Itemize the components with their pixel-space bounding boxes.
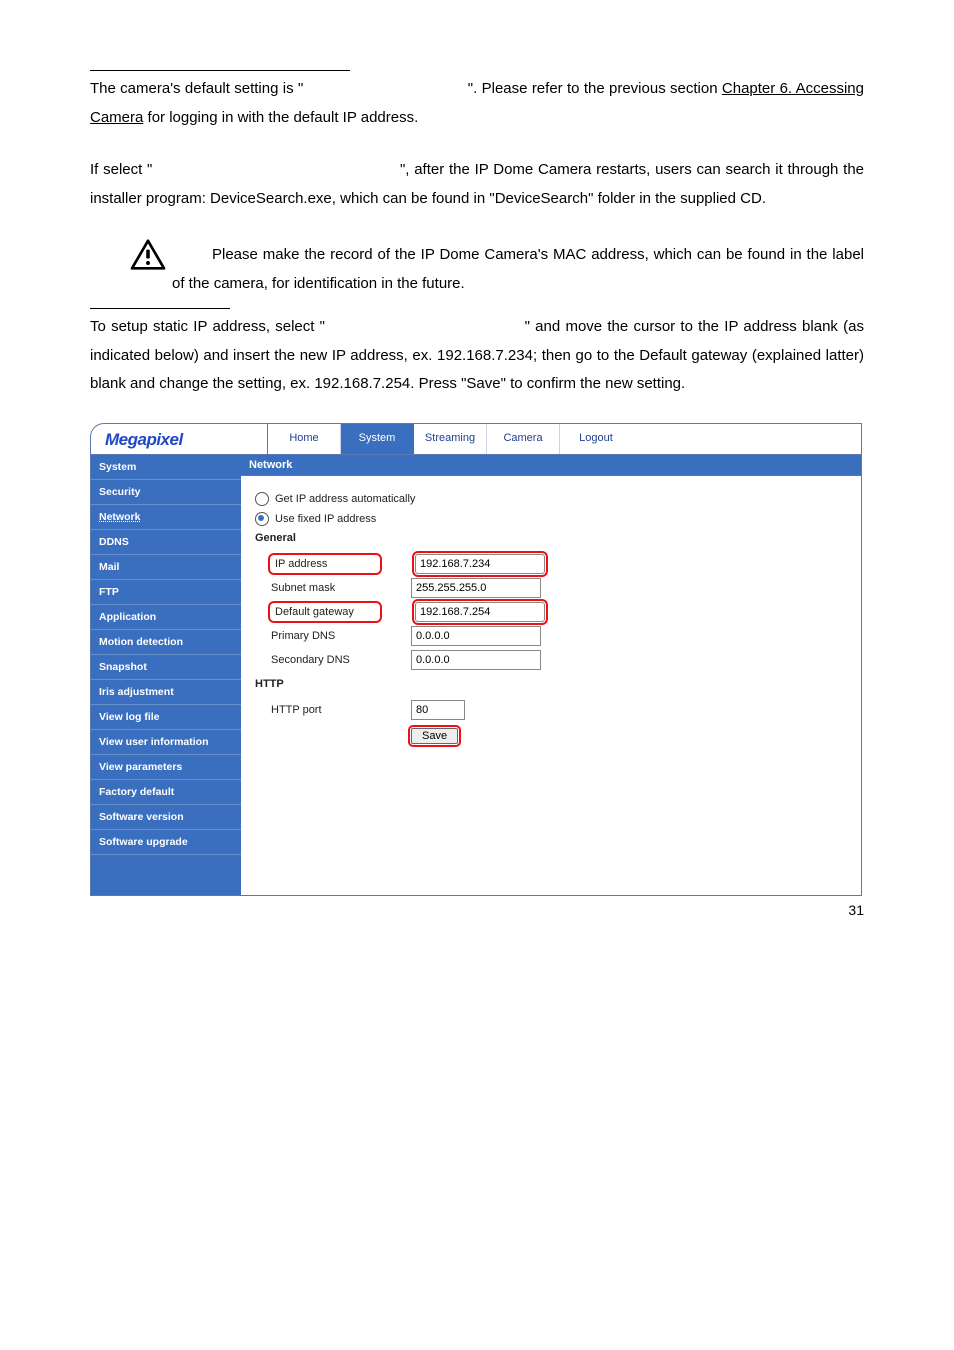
sidebar-item-logfile[interactable]: View log file xyxy=(91,705,241,730)
warning-icon xyxy=(130,239,166,271)
sidebar-item-mail[interactable]: Mail xyxy=(91,555,241,580)
http-port-input[interactable] xyxy=(411,700,465,720)
brand-text: Megapixel xyxy=(105,430,183,449)
text: The camera's default setting is " xyxy=(90,80,303,97)
sidebar-item-network[interactable]: Network xyxy=(91,505,241,530)
sidebar-item-application[interactable]: Application xyxy=(91,605,241,630)
gateway-label: Default gateway xyxy=(271,604,379,620)
sidebar-item-snapshot[interactable]: Snapshot xyxy=(91,655,241,680)
radio-icon xyxy=(255,512,269,526)
sidebar-item-version[interactable]: Software version xyxy=(91,805,241,830)
radio-fixed-ip[interactable]: Use fixed IP address xyxy=(255,512,847,526)
camera-settings-panel: Megapixel Home System Streaming Camera L… xyxy=(90,423,862,896)
sidebar-item-ddns[interactable]: DDNS xyxy=(91,530,241,555)
subnet-input[interactable] xyxy=(411,578,541,598)
sidebar-item-system[interactable]: System xyxy=(91,455,241,480)
dns2-input[interactable] xyxy=(411,650,541,670)
gateway-input[interactable] xyxy=(415,602,545,622)
sidebar-item-security[interactable]: Security xyxy=(91,480,241,505)
sidebar-item-ftp[interactable]: FTP xyxy=(91,580,241,605)
radio-label: Get IP address automatically xyxy=(275,493,415,505)
radio-label: Use fixed IP address xyxy=(275,513,376,525)
text: ". Please refer to the previous section xyxy=(468,80,722,97)
sidebar-item-params[interactable]: View parameters xyxy=(91,755,241,780)
paragraph-3: To setup static IP address, select " " a… xyxy=(90,313,864,399)
sidebar-item-motion[interactable]: Motion detection xyxy=(91,630,241,655)
tab-logout[interactable]: Logout xyxy=(560,424,632,454)
text: If select " xyxy=(90,161,152,178)
save-button[interactable]: Save xyxy=(411,728,458,744)
ip-address-input[interactable] xyxy=(415,554,545,574)
note-text: Please make the record of the IP Dome Ca… xyxy=(130,241,864,298)
dns1-label: Primary DNS xyxy=(271,630,411,642)
paragraph-2: If select " ", after the IP Dome Camera … xyxy=(90,156,864,213)
tab-system[interactable]: System xyxy=(341,424,414,454)
brand-logo: Megapixel xyxy=(91,424,268,455)
http-port-label: HTTP port xyxy=(271,704,411,716)
page-number: 31 xyxy=(848,902,864,918)
radio-icon xyxy=(255,492,269,506)
tab-camera[interactable]: Camera xyxy=(487,424,560,454)
sidebar: System Security Network DDNS Mail FTP Ap… xyxy=(91,455,241,895)
tab-home[interactable]: Home xyxy=(268,424,341,454)
sidebar-item-factory[interactable]: Factory default xyxy=(91,780,241,805)
dns1-input[interactable] xyxy=(411,626,541,646)
radio-auto-ip[interactable]: Get IP address automatically xyxy=(255,492,847,506)
general-heading: General xyxy=(255,532,847,544)
dns2-label: Secondary DNS xyxy=(271,654,411,666)
sidebar-item-upgrade[interactable]: Software upgrade xyxy=(91,830,241,855)
paragraph-1: The camera's default setting is " ". Ple… xyxy=(90,75,864,132)
sidebar-item-userinfo[interactable]: View user information xyxy=(91,730,241,755)
content-title: Network xyxy=(241,455,861,476)
ip-address-label: IP address xyxy=(271,556,379,572)
text: for logging in with the default IP addre… xyxy=(143,109,418,126)
http-heading: HTTP xyxy=(255,678,847,690)
text: ", after the IP Dome Camera restarts, us… xyxy=(90,161,864,207)
sidebar-item-iris[interactable]: Iris adjustment xyxy=(91,680,241,705)
subnet-label: Subnet mask xyxy=(271,582,411,594)
tab-streaming[interactable]: Streaming xyxy=(414,424,487,454)
text: To setup static IP address, select " xyxy=(90,318,325,335)
